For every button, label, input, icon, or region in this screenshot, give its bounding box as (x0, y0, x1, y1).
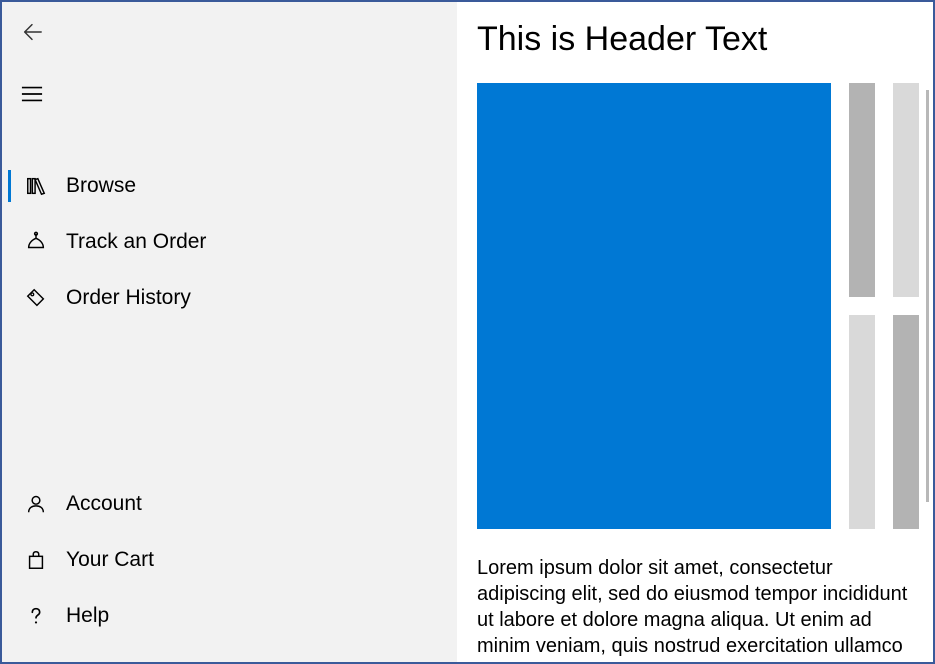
bag-icon (22, 546, 50, 574)
scrollbar[interactable] (926, 90, 929, 502)
nav-bottom-group: Account Your Cart Help (2, 476, 457, 662)
content-row (477, 83, 919, 529)
back-button[interactable] (8, 8, 56, 56)
tags-icon (22, 284, 50, 312)
nav-top-group: Browse Track an Order Order History (2, 158, 457, 326)
sidebar-item-browse[interactable]: Browse (2, 158, 457, 214)
sidebar-item-label: Help (66, 604, 109, 628)
side-block-row-2 (849, 315, 919, 529)
main-content: This is Header Text Lorem ipsum dolor si… (457, 2, 933, 662)
sidebar-item-label: Your Cart (66, 548, 154, 572)
sidebar-item-label: Account (66, 492, 142, 516)
sidebar: Browse Track an Order Order History Acco… (2, 2, 457, 662)
body-text: Lorem ipsum dolor sit amet, consectetur … (477, 555, 919, 659)
hamburger-icon (18, 80, 46, 108)
back-arrow-icon (18, 18, 46, 46)
sidebar-item-label: Order History (66, 286, 191, 310)
sidebar-item-label: Browse (66, 174, 136, 198)
sidebar-item-help[interactable]: Help (2, 588, 457, 644)
sidebar-item-your-cart[interactable]: Your Cart (2, 532, 457, 588)
side-blocks (849, 83, 919, 529)
person-icon (22, 490, 50, 518)
gray-block (849, 83, 875, 297)
library-icon (22, 172, 50, 200)
lightgray-block (849, 315, 875, 529)
lightgray-block (893, 83, 919, 297)
sidebar-item-order-history[interactable]: Order History (2, 270, 457, 326)
page-title: This is Header Text (477, 20, 919, 59)
question-icon (22, 602, 50, 630)
sidebar-item-label: Track an Order (66, 230, 206, 254)
hero-block (477, 83, 831, 529)
package-icon (22, 228, 50, 256)
hamburger-button[interactable] (8, 70, 56, 118)
sidebar-item-account[interactable]: Account (2, 476, 457, 532)
side-block-row-1 (849, 83, 919, 297)
gray-block (893, 315, 919, 529)
sidebar-item-track-order[interactable]: Track an Order (2, 214, 457, 270)
